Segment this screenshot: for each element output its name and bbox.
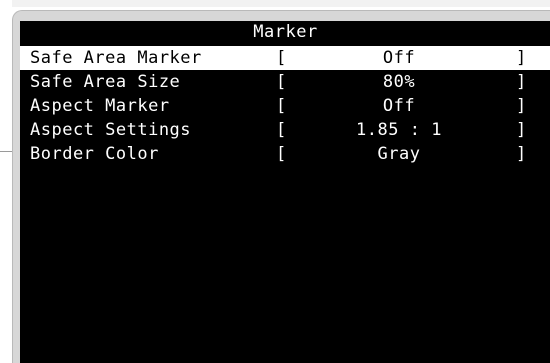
menu-item-value: 1.85 : 1 <box>356 120 442 140</box>
value-bracket-close: ] <box>516 144 527 164</box>
menu-item-safe-area-size[interactable]: Safe Area Size [ 80% ] <box>20 70 550 94</box>
value-bracket-close: ] <box>516 48 527 68</box>
menu-item-safe-area-marker[interactable]: Safe Area Marker [ Off ] <box>20 46 550 70</box>
value-bracket-close: ] <box>516 120 527 140</box>
marker-menu: Safe Area Marker [ Off ] Safe Area Size … <box>20 46 550 166</box>
menu-item-label: Safe Area Size <box>30 72 181 92</box>
backdrop <box>0 0 550 7</box>
value-bracket-open: [ <box>276 72 287 92</box>
menu-item-label: Aspect Settings <box>30 120 192 140</box>
value-bracket-open: [ <box>276 144 287 164</box>
value-bracket-open: [ <box>276 120 287 140</box>
osd-window: Marker Safe Area Marker [ Off ] Safe Are… <box>12 10 550 363</box>
menu-item-value: Off <box>382 48 416 68</box>
menu-item-value: Off <box>382 96 416 116</box>
menu-item-value: Gray <box>377 144 421 164</box>
menu-item-label: Border Color <box>30 144 159 164</box>
osd-menu-panel: Marker Safe Area Marker [ Off ] Safe Are… <box>20 21 550 363</box>
menu-item-border-color[interactable]: Border Color [ Gray ] <box>20 142 550 166</box>
backdrop-left <box>0 0 12 363</box>
value-bracket-close: ] <box>516 96 527 116</box>
menu-item-label: Safe Area Marker <box>30 48 202 68</box>
value-bracket-close: ] <box>516 72 527 92</box>
backdrop-divider <box>0 151 12 152</box>
value-bracket-open: [ <box>276 96 287 116</box>
menu-title: Marker <box>253 22 318 42</box>
menu-item-label: Aspect Marker <box>30 96 170 116</box>
menu-item-aspect-marker[interactable]: Aspect Marker [ Off ] <box>20 94 550 118</box>
menu-item-value: 80% <box>382 72 416 92</box>
menu-item-aspect-settings[interactable]: Aspect Settings [ 1.85 : 1 ] <box>20 118 550 142</box>
value-bracket-open: [ <box>276 48 287 68</box>
